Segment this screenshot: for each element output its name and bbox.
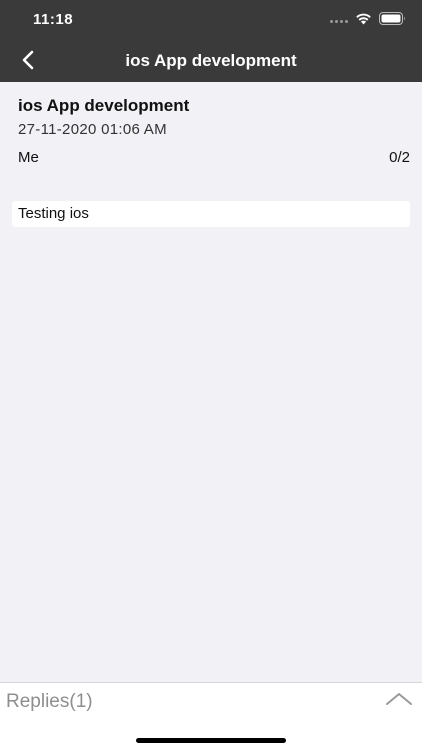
status-bar: 11:18 bbox=[0, 0, 422, 40]
header: 11:18 ios App development bbox=[0, 0, 422, 82]
replies-label[interactable]: Replies(1) bbox=[6, 691, 93, 713]
status-time: 11:18 bbox=[33, 11, 74, 28]
battery-icon bbox=[379, 12, 406, 30]
cellular-signal-icon bbox=[330, 19, 348, 23]
screen: 11:18 ios App development ios App develo… bbox=[0, 0, 422, 750]
post-count: 0/2 bbox=[389, 149, 410, 166]
post-date: 27-11-2020 01:06 AM bbox=[18, 121, 167, 138]
expand-replies-button[interactable] bbox=[384, 689, 414, 713]
post-author: Me bbox=[18, 149, 39, 166]
nav-title: ios App development bbox=[125, 51, 297, 70]
post-message: Testing ios bbox=[12, 201, 410, 227]
nav-bar: ios App development bbox=[0, 40, 422, 82]
chevron-left-icon bbox=[21, 50, 35, 75]
replies-bar[interactable]: Replies(1) bbox=[0, 682, 422, 750]
status-icons bbox=[330, 12, 406, 30]
chevron-up-icon bbox=[385, 691, 413, 712]
post-title: ios App development bbox=[18, 96, 190, 115]
back-button[interactable] bbox=[14, 48, 42, 76]
wifi-icon bbox=[355, 12, 372, 30]
home-indicator bbox=[136, 738, 286, 743]
